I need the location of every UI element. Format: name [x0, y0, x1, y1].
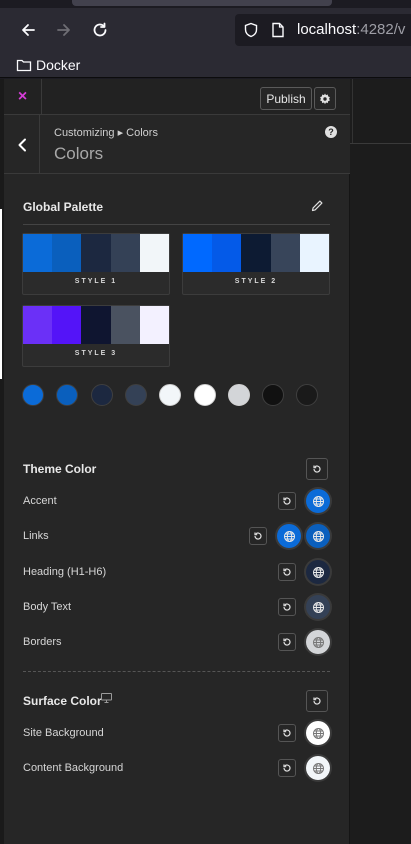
- palette-swatch: [110, 306, 140, 344]
- palette-swatch: [52, 234, 82, 272]
- palette-swatch: [81, 234, 111, 272]
- palette-color-strip: [183, 234, 330, 272]
- chevron-left-icon: [18, 138, 26, 151]
- color-row-label: Heading (H1-H6): [23, 566, 107, 578]
- reload-icon[interactable]: [88, 18, 112, 42]
- publish-button[interactable]: Publish: [260, 87, 312, 110]
- palette-color-strip: [23, 306, 170, 344]
- palette-swatch: [23, 234, 53, 272]
- bookmark-folder-label: Docker: [36, 57, 81, 73]
- palette-swatch: [183, 234, 213, 272]
- color-reset-button[interactable]: [278, 598, 296, 616]
- color-picker-button[interactable]: [306, 489, 330, 513]
- url-text[interactable]: localhost:4282/v: [297, 21, 405, 38]
- bookmark-folder-docker[interactable]: Docker: [16, 56, 80, 74]
- palette-divider: [23, 224, 330, 225]
- palette-swatch: [52, 306, 82, 344]
- palette-color-strip: [23, 234, 170, 272]
- desktop-icon[interactable]: [101, 693, 112, 703]
- section-separator: [23, 671, 330, 672]
- section-header: Customizing ▸ Colors Colors ?: [4, 115, 350, 174]
- url-bar[interactable]: localhost:4282/v: [235, 14, 411, 46]
- palette-color-dot[interactable]: [227, 384, 250, 406]
- reset-icon: [313, 697, 321, 705]
- palette-swatch: [270, 234, 300, 272]
- page-icon[interactable]: [271, 22, 285, 38]
- close-icon: ×: [17, 88, 28, 105]
- palette-swatch: [23, 306, 53, 344]
- palette-swatch: [241, 234, 271, 272]
- customizer-header: × Publish: [4, 79, 350, 115]
- palette-style-label: STYLE 3: [74, 350, 118, 357]
- color-picker-button[interactable]: [306, 756, 330, 780]
- color-reset-button[interactable]: [249, 527, 267, 545]
- site-preview[interactable]: [350, 79, 411, 844]
- palette-swatch: [110, 234, 140, 272]
- palette-swatch: [139, 234, 170, 272]
- palette-swatch: [212, 234, 242, 272]
- palette-color-dot[interactable]: [296, 384, 319, 406]
- color-picker-button[interactable]: [306, 595, 330, 619]
- section-title: Colors: [54, 144, 104, 163]
- palette-color-dot[interactable]: [56, 384, 79, 406]
- color-row-label: Links: [23, 530, 49, 542]
- color-picker-button[interactable]: [306, 560, 330, 584]
- palette-style-card[interactable]: STYLE 3: [22, 305, 170, 367]
- color-picker-button[interactable]: [306, 524, 330, 548]
- palette-swatch: [139, 306, 170, 344]
- folder-icon: [16, 59, 32, 72]
- customizer-panel: × Publish Customizing ▸ Colors Colors ? …: [4, 79, 350, 844]
- color-reset-button[interactable]: [278, 492, 296, 510]
- color-picker-button[interactable]: [306, 630, 330, 654]
- url-host: localhost: [297, 21, 357, 38]
- palette-color-dot[interactable]: [22, 384, 44, 406]
- palette-color-dot[interactable]: [262, 384, 285, 406]
- help-icon[interactable]: ?: [325, 126, 337, 138]
- browser-toolbar: localhost:4282/v: [0, 8, 411, 52]
- active-tab[interactable]: [72, 0, 332, 6]
- palette-swatch: [299, 234, 330, 272]
- settings-button[interactable]: [314, 87, 336, 110]
- color-row-label: Site Background: [23, 727, 104, 739]
- color-reset-button[interactable]: [278, 759, 296, 777]
- palette-color-dot[interactable]: [90, 384, 113, 406]
- url-path: :4282/v: [356, 21, 406, 38]
- color-picker-button[interactable]: [277, 524, 301, 548]
- theme-color-reset-button[interactable]: [306, 458, 328, 480]
- color-reset-button[interactable]: [278, 563, 296, 581]
- back-arrow-icon[interactable]: [16, 18, 40, 42]
- palette-style-label: STYLE 2: [234, 278, 278, 285]
- palette-style-label: STYLE 1: [74, 278, 118, 285]
- color-reset-button[interactable]: [278, 633, 296, 651]
- gear-icon: [320, 93, 330, 104]
- theme-color-title: Theme Color: [23, 462, 97, 476]
- color-picker-button[interactable]: [306, 721, 330, 745]
- palette-style-card[interactable]: STYLE 2: [182, 233, 330, 295]
- bookmarks-bar: Docker: [0, 52, 411, 78]
- reset-icon: [313, 465, 321, 473]
- palette-color-dot[interactable]: [124, 384, 147, 406]
- color-row-label: Body Text: [23, 601, 72, 613]
- color-row-label: Borders: [23, 636, 62, 648]
- color-row-label: Content Background: [23, 762, 124, 774]
- palette-swatch: [81, 306, 111, 344]
- color-row-label: Accent: [23, 495, 57, 507]
- shield-icon[interactable]: [243, 22, 259, 38]
- forward-arrow-icon[interactable]: [52, 18, 76, 42]
- palette-style-card[interactable]: STYLE 1: [22, 233, 170, 295]
- surface-color-title: Surface Color: [23, 694, 102, 708]
- close-customizer-button[interactable]: ×: [4, 79, 42, 115]
- breadcrumb: Customizing ▸ Colors: [54, 127, 158, 139]
- palette-color-dot[interactable]: [193, 384, 216, 406]
- global-palette-title: Global Palette: [23, 200, 104, 214]
- tab-strip: [0, 0, 411, 8]
- color-reset-button[interactable]: [278, 724, 296, 742]
- palette-color-dot[interactable]: [159, 384, 182, 406]
- surface-color-reset-button[interactable]: [306, 690, 328, 712]
- pencil-icon[interactable]: [310, 199, 324, 213]
- back-button[interactable]: [4, 115, 40, 174]
